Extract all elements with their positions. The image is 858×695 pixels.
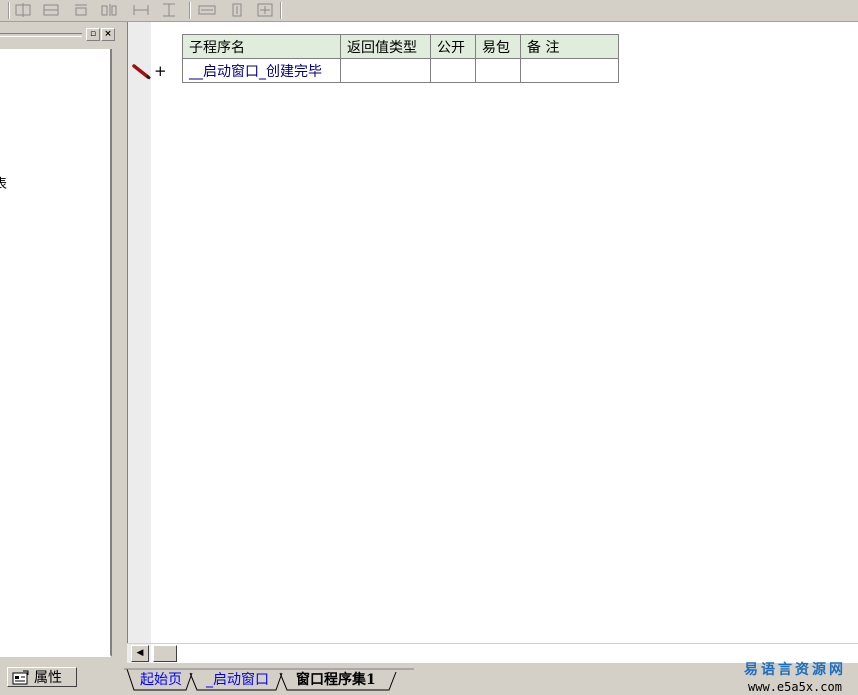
header-public: 公开 <box>430 34 476 59</box>
property-tab[interactable]: 属性 <box>7 667 77 687</box>
same-width-icon[interactable] <box>198 2 216 18</box>
watermark-url: www.e5a5x.com <box>748 680 842 694</box>
align-left-icon[interactable] <box>14 2 32 18</box>
note-cell[interactable] <box>520 58 619 83</box>
editor-gutter <box>128 22 151 643</box>
toolbar-separator <box>8 2 10 19</box>
table-header-row: 子程序名 返回值类型 公开 易包 备 注 <box>182 34 619 59</box>
h-center-icon[interactable] <box>132 2 150 18</box>
scroll-left-arrow-icon[interactable]: ◀ <box>131 645 149 662</box>
table-row[interactable]: __启动窗口_创建完毕 <box>182 58 619 83</box>
partial-tree-text: 表 <box>0 173 7 192</box>
scrollbar-thumb[interactable] <box>153 645 177 662</box>
toolbar <box>0 0 858 22</box>
restore-icon[interactable]: ▫ <box>86 28 100 41</box>
return-type-cell[interactable] <box>340 58 431 83</box>
same-size-icon[interactable] <box>256 2 274 18</box>
easy-package-cell[interactable] <box>475 58 521 83</box>
left-panel: ▫ × 表 <box>0 22 120 670</box>
header-subroutine-name: 子程序名 <box>182 34 341 59</box>
watermark-name: 易语言资源网 <box>744 662 846 678</box>
tab-startup-window[interactable]: _启动窗口 <box>206 669 269 689</box>
properties-icon <box>12 670 29 684</box>
panel-grip[interactable] <box>0 33 82 37</box>
code-editor[interactable]: + 子程序名 返回值类型 公开 易包 备 注 __启动窗口_创建完毕 <box>127 22 858 643</box>
header-note: 备 注 <box>520 34 619 59</box>
panel-titlebar: ▫ × <box>0 26 118 42</box>
toolbar-separator <box>280 2 282 19</box>
watermark: 易语言资源网 www.e5a5x.com <box>740 659 850 694</box>
subroutine-table: 子程序名 返回值类型 公开 易包 备 注 __启动窗口_创建完毕 <box>182 34 619 83</box>
expand-plus-icon[interactable]: + <box>154 62 167 80</box>
pencil-icon <box>132 64 151 80</box>
header-return-type: 返回值类型 <box>340 34 431 59</box>
tab-start-page[interactable]: 起始页 <box>140 669 182 689</box>
public-cell[interactable] <box>430 58 476 83</box>
bottom-bar: 属性 起始页 _启动窗口 窗口程序集1 <box>0 663 858 695</box>
align-center-icon[interactable] <box>42 2 60 18</box>
panel-content: 表 <box>0 49 112 657</box>
header-easy-package: 易包 <box>475 34 521 59</box>
subroutine-name-cell[interactable]: __启动窗口_创建完毕 <box>182 58 341 83</box>
distribute-icon[interactable] <box>100 2 118 18</box>
same-height-icon[interactable] <box>228 2 246 18</box>
align-right-icon[interactable] <box>72 2 90 18</box>
v-center-icon[interactable] <box>160 2 178 18</box>
property-tab-label: 属性 <box>34 670 62 686</box>
tab-window-assembly[interactable]: 窗口程序集1 <box>296 669 376 689</box>
toolbar-separator <box>189 2 191 19</box>
close-icon[interactable]: × <box>101 28 115 41</box>
